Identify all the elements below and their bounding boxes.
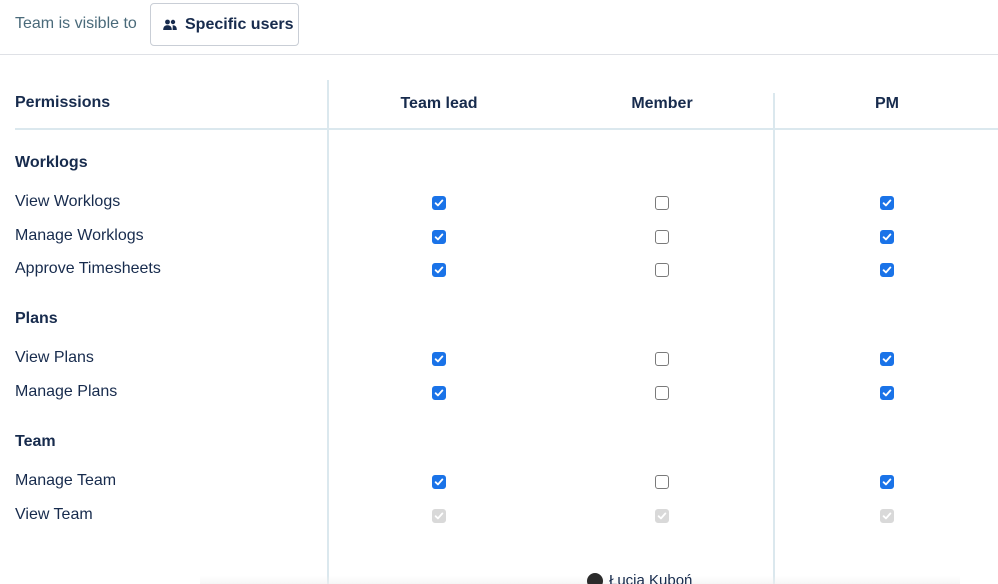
header-member: Member: [631, 95, 693, 112]
permission-checkbox[interactable]: [880, 229, 894, 244]
permission-checkbox[interactable]: [655, 352, 669, 366]
section-title: Plans: [15, 310, 58, 327]
permission-checkbox[interactable]: [655, 263, 669, 277]
permission-checkbox[interactable]: [880, 352, 894, 366]
visibility-label: Team is visible to: [15, 15, 137, 32]
visibility-button-label: Specific users: [185, 15, 294, 33]
permission-checkbox: [655, 508, 669, 523]
permission-checkbox[interactable]: [880, 263, 894, 277]
section-title: Team: [15, 433, 56, 450]
permission-checkbox: [880, 508, 894, 523]
column-divider-right: [773, 93, 775, 584]
permission-checkbox[interactable]: [432, 196, 446, 210]
visibility-bar: Team is visible to Specific users: [0, 0, 998, 55]
header-pm: PM: [875, 95, 899, 112]
permission-checkbox[interactable]: [880, 475, 894, 489]
user-name: Łucja Kuboń: [609, 572, 693, 584]
permission-label: Approve Timesheets: [15, 260, 161, 277]
permission-checkbox[interactable]: [432, 229, 446, 244]
bottom-shadow: [200, 576, 960, 584]
permission-checkbox[interactable]: [432, 385, 446, 400]
section-title: Worklogs: [15, 154, 88, 171]
permission-checkbox[interactable]: [432, 352, 446, 366]
header-team-lead: Team lead: [400, 95, 478, 112]
header-underline: [15, 128, 998, 130]
permission-label: View Team: [15, 505, 93, 523]
visibility-select-button[interactable]: Specific users: [150, 3, 299, 46]
permission-checkbox: [432, 508, 446, 523]
permission-label: Manage Worklogs: [15, 226, 144, 244]
permission-checkbox[interactable]: [655, 475, 669, 489]
permission-label: View Plans: [15, 349, 94, 366]
permission-checkbox[interactable]: [432, 263, 446, 277]
permission-checkbox[interactable]: [655, 196, 669, 210]
header-permissions: Permissions: [15, 94, 111, 111]
permission-checkbox[interactable]: [880, 385, 894, 400]
permission-checkbox[interactable]: [432, 475, 446, 489]
avatar: [587, 572, 603, 584]
user-chip[interactable]: Łucja Kuboń: [587, 572, 692, 584]
permission-checkbox[interactable]: [655, 229, 669, 244]
permission-label: Manage Plans: [15, 382, 118, 400]
users-icon: [163, 19, 177, 31]
permission-checkbox[interactable]: [655, 385, 669, 400]
team-permissions-page: Team is visible to Specific users Permis…: [0, 0, 998, 584]
permission-label: Manage Team: [15, 472, 117, 489]
column-divider-left: [327, 80, 329, 584]
permission-label: View Worklogs: [15, 193, 121, 210]
permission-checkbox[interactable]: [880, 196, 894, 210]
